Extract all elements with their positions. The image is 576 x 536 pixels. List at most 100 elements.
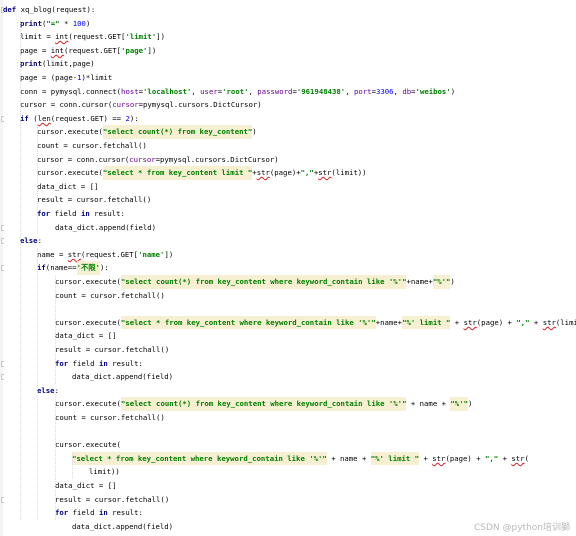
code-token: (limit,page): [41, 59, 95, 69]
code-token: in: [98, 358, 108, 368]
code-line[interactable]: "select * from key_content where keyword…: [72, 451, 529, 466]
code-token: print: [20, 59, 42, 69]
code-token: len: [37, 113, 51, 123]
fold-marker-icon[interactable]: [1, 7, 4, 13]
code-line[interactable]: cursor = conn.cursor(cursor =pymysql.curs…: [20, 98, 262, 112]
code-token: ",": [485, 453, 499, 463]
code-line[interactable]: def xq_blog(request):: [3, 3, 95, 17]
fold-marker-icon[interactable]: [1, 265, 4, 272]
code-token: field: [50, 209, 81, 218]
code-token: ): [85, 18, 91, 28]
code-token: field: [68, 508, 99, 518]
fold-marker-icon[interactable]: [1, 496, 4, 503]
code-line[interactable]: data_dict.append(field): [72, 520, 173, 534]
code-token: print: [20, 18, 42, 28]
code-token: (request.GET) ==: [50, 113, 126, 123]
code-line[interactable]: print (limit,page): [20, 57, 95, 71]
code-token: str: [432, 453, 446, 463]
code-token: (page) +: [476, 317, 517, 327]
code-line[interactable]: count = cursor.fetchall(): [55, 289, 165, 303]
code-token: result:: [107, 358, 143, 368]
code-line[interactable]: for field in result:: [55, 506, 143, 520]
fold-marker-icon[interactable]: [1, 224, 4, 231]
code-token: page = (page-: [20, 73, 78, 82]
code-token: ):: [129, 113, 139, 123]
code-token: name =: [37, 249, 68, 259]
code-token: data_dict = []: [37, 181, 99, 191]
code-line[interactable]: cursor.execute("select count(*) from key…: [55, 275, 455, 289]
code-token: ]): [147, 45, 157, 55]
code-line[interactable]: else:: [20, 234, 42, 248]
code-token: (page) +: [445, 453, 485, 463]
code-token: *: [59, 18, 73, 28]
code-line[interactable]: cursor.execute("select * from key_conten…: [55, 315, 576, 330]
code-token: 'page': [121, 45, 148, 55]
code-line[interactable]: cursor.execute(: [55, 438, 121, 452]
code-line[interactable]: print("=" * 100): [20, 17, 90, 31]
code-token: in: [98, 508, 108, 518]
fold-marker-icon[interactable]: [1, 374, 4, 381]
code-line[interactable]: data_dict = []: [37, 180, 99, 194]
code-token: result = cursor.fetchall(): [37, 195, 152, 205]
code-line[interactable]: conn = pymysql.connect(host ='localhost',…: [20, 85, 455, 99]
code-line[interactable]: data_dict = []: [55, 479, 117, 493]
code-token: ",": [516, 317, 530, 327]
code-token: count = cursor.fetchall(): [37, 141, 147, 150]
code-token: count = cursor.fetchall(): [55, 413, 165, 422]
code-line[interactable]: count = cursor.fetchall(): [55, 411, 165, 425]
code-line[interactable]: name = str (request.GET['name']): [37, 248, 173, 262]
code-token: password: [257, 86, 293, 96]
code-token: if: [37, 263, 46, 273]
code-token: (: [28, 113, 38, 123]
fold-marker-icon[interactable]: [1, 238, 4, 245]
indent-guide: [55, 397, 56, 520]
code-token: ): [252, 127, 257, 137]
code-token: 3306: [375, 86, 394, 96]
code-line[interactable]: cursor.execute("select count(*) from key…: [37, 125, 257, 139]
code-line[interactable]: result = cursor.fetchall(): [55, 493, 169, 507]
code-line[interactable]: result = cursor.fetchall(): [55, 343, 169, 357]
fold-marker-icon[interactable]: [1, 360, 4, 367]
code-token: "%'": [432, 275, 451, 289]
code-token: ): [450, 86, 456, 96]
code-token: 100: [72, 18, 86, 28]
code-token: +: [450, 317, 464, 327]
code-line[interactable]: cursor.execute("select count(*) from key…: [55, 397, 472, 411]
code-token: 'weibos': [415, 86, 451, 96]
code-token: :: [37, 236, 42, 246]
code-line[interactable]: for field in result:: [37, 207, 125, 221]
indent-guide: [37, 125, 38, 235]
code-line[interactable]: count = cursor.fetchall(): [37, 139, 147, 153]
code-token: '不限': [76, 261, 100, 275]
code-line[interactable]: page = (page- 1)*limit: [20, 71, 112, 85]
code-line[interactable]: limit)): [89, 465, 120, 479]
code-line[interactable]: result = cursor.fetchall(): [37, 193, 151, 207]
code-token: int: [55, 32, 69, 42]
code-line[interactable]: page = int (request.GET['page']): [20, 44, 156, 58]
code-token: ]): [156, 32, 166, 42]
code-token: str: [463, 317, 477, 327]
code-line[interactable]: cursor = conn.cursor(cursor =pymysql.curs…: [37, 153, 279, 167]
code-line[interactable]: limit = int (request.GET['limit']): [20, 30, 165, 44]
code-line[interactable]: data_dict.append(field): [55, 221, 156, 235]
code-line[interactable]: for field in result:: [55, 357, 143, 371]
code-token: "select * from key_content limit ": [102, 166, 253, 180]
fold-marker-icon[interactable]: [1, 115, 4, 122]
code-line[interactable]: cursor.execute("select * from key_conten…: [37, 166, 367, 180]
code-token: 'root': [222, 86, 249, 96]
code-line[interactable]: else:: [37, 384, 59, 398]
code-token: user: [200, 86, 218, 96]
code-line[interactable]: data_dict.append(field): [72, 370, 173, 384]
code-token: "=": [46, 18, 60, 28]
code-token: limit)): [89, 467, 120, 477]
code-token: "%'": [450, 397, 468, 411]
code-token: db: [402, 86, 412, 96]
code-token: result:: [107, 508, 143, 518]
indent-guide: [20, 16, 21, 520]
code-line[interactable]: data_dict = []: [55, 329, 117, 343]
code-token: 'localhost': [143, 86, 192, 96]
code-line[interactable]: if (name== '不限'):: [37, 261, 109, 275]
code-line[interactable]: if (len (request.GET) == 2):: [20, 112, 139, 126]
code-token: xq_blog(request):: [16, 5, 96, 14]
code-token: "select * from key_content where keyword…: [72, 451, 327, 466]
